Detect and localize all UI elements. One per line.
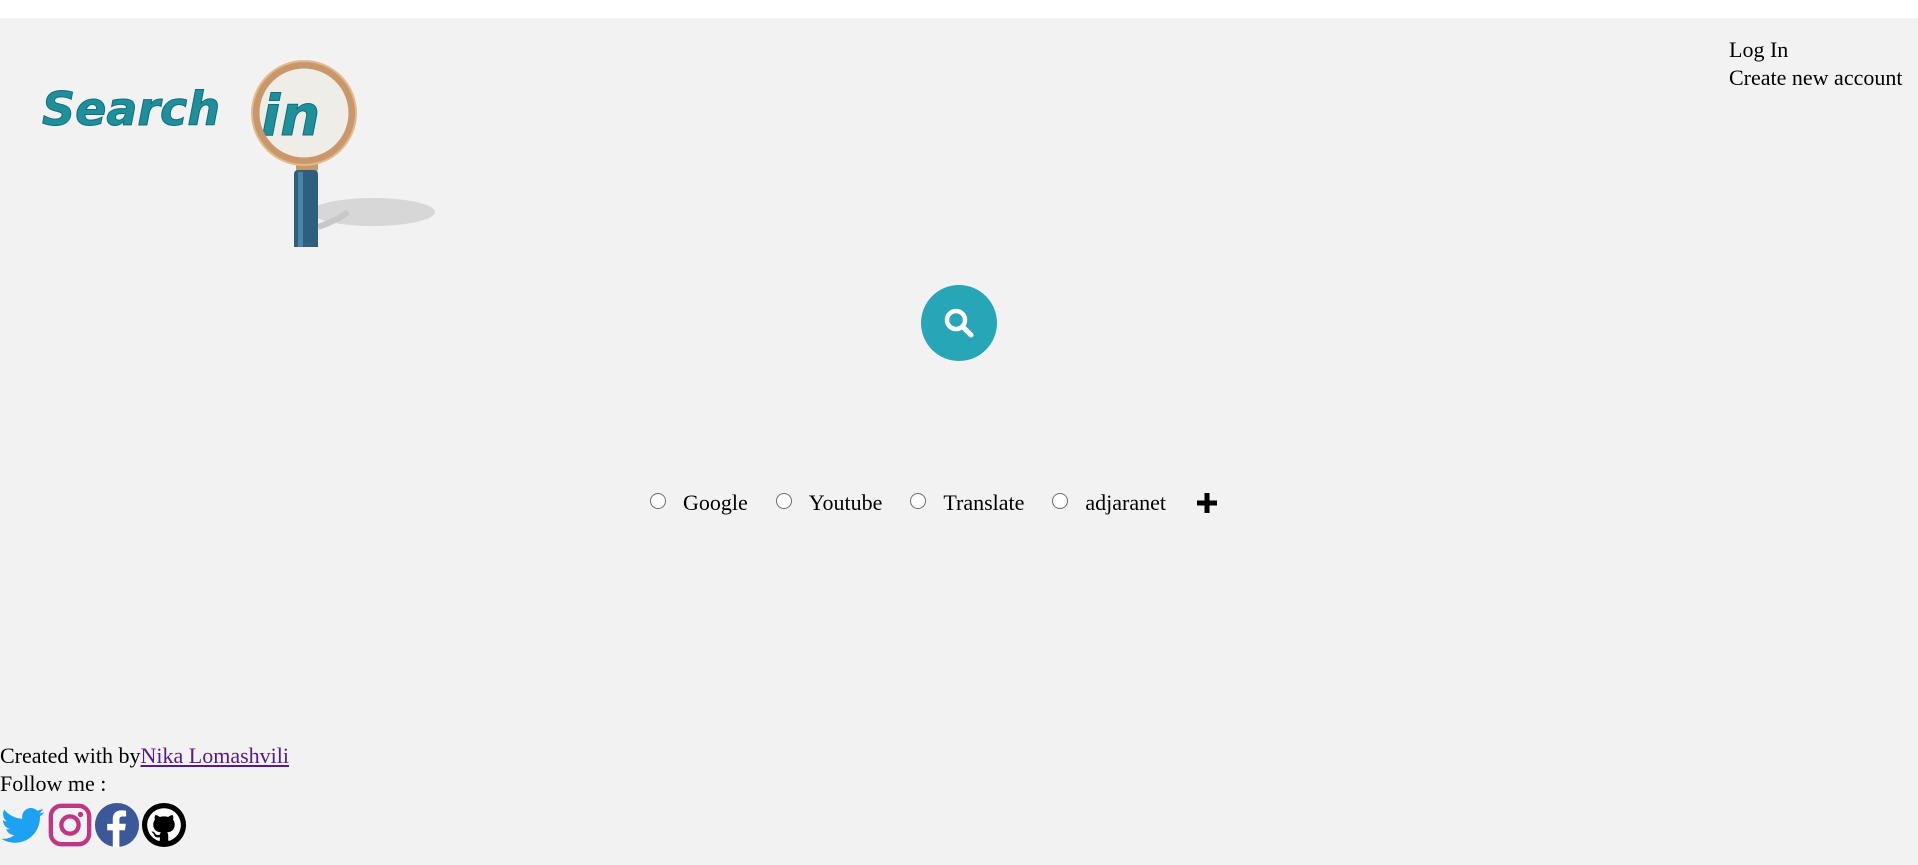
instagram-icon[interactable]	[47, 802, 93, 848]
engine-label: Google	[683, 490, 748, 515]
follow-label: Follow me :	[0, 771, 107, 796]
auth-links: Log In Create new account	[1729, 36, 1902, 92]
engine-option-translate[interactable]: Translate	[910, 490, 1024, 516]
add-engine-button[interactable]	[1196, 492, 1218, 514]
engine-radio[interactable]	[1052, 493, 1069, 509]
github-icon[interactable]	[141, 802, 187, 848]
engine-label: adjaranet	[1085, 490, 1167, 515]
engine-option-adjaranet[interactable]: adjaranet	[1052, 490, 1166, 516]
search-button[interactable]	[921, 285, 997, 361]
facebook-icon[interactable]	[94, 802, 140, 848]
plus-icon	[1197, 493, 1218, 513]
logo-text-in: in	[261, 84, 320, 149]
twitter-icon[interactable]	[0, 802, 46, 848]
logo-text-search: Search	[42, 82, 220, 136]
page-background: Search in Log In Create new account Goog…	[0, 18, 1918, 865]
engine-option-google[interactable]: Google	[650, 490, 748, 516]
author-link[interactable]: Nika Lomashvili	[141, 743, 289, 768]
engine-radio[interactable]	[910, 493, 927, 509]
engine-radio[interactable]	[775, 493, 792, 509]
site-logo[interactable]: Search in	[38, 52, 438, 247]
login-link[interactable]: Log In	[1729, 36, 1902, 64]
credits-line: Created with byNika Lomashvili	[0, 742, 289, 770]
engine-option-youtube[interactable]: Youtube	[775, 490, 883, 516]
engine-selector: Google Youtube Translate adjaranet	[650, 488, 1218, 518]
footer: Created with byNika Lomashvili Follow me…	[0, 742, 289, 848]
engine-label: Youtube	[808, 490, 883, 515]
create-account-link[interactable]: Create new account	[1729, 64, 1902, 92]
engine-radio[interactable]	[650, 493, 666, 509]
search-icon	[944, 308, 974, 338]
social-links	[0, 802, 289, 848]
engine-label: Translate	[943, 490, 1025, 515]
credits-prefix: Created with by	[0, 743, 141, 768]
